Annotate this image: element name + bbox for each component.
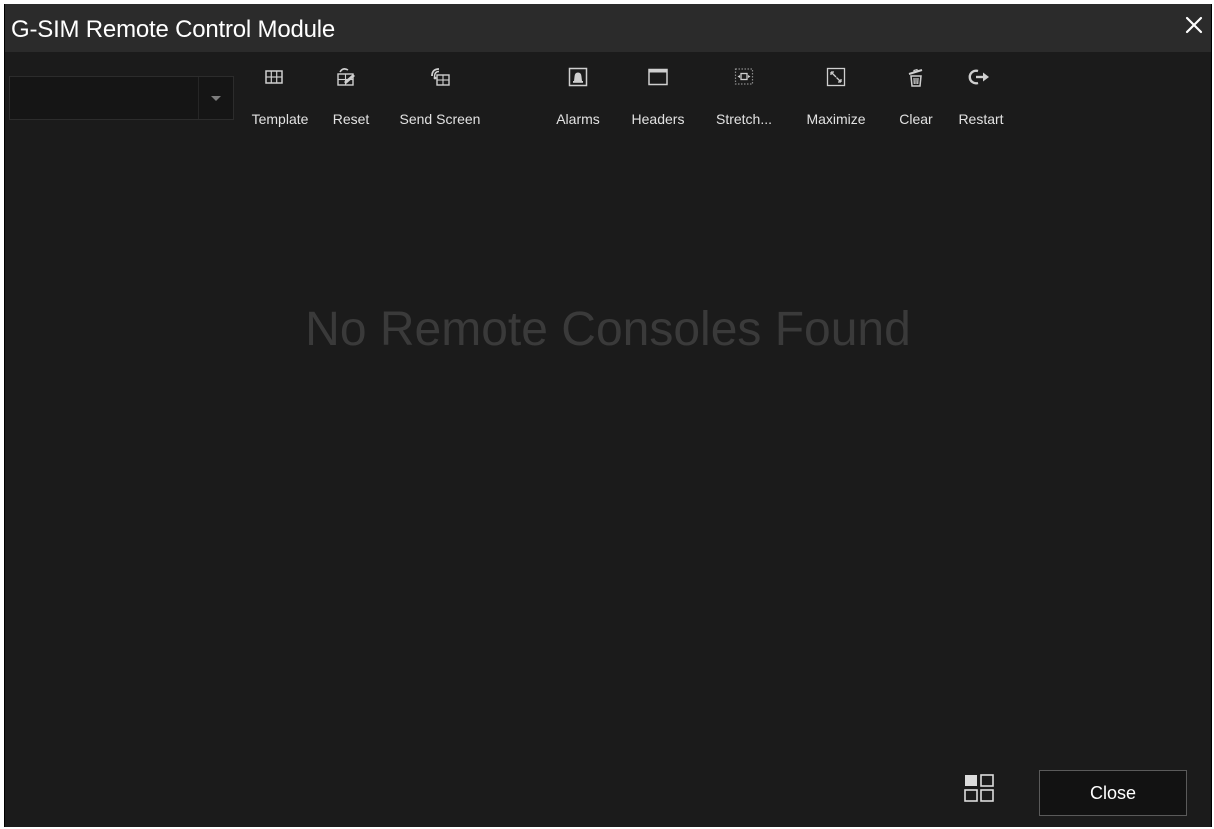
window-header-icon bbox=[647, 66, 669, 88]
alarm-bell-icon bbox=[567, 66, 589, 88]
clear-label: Clear bbox=[899, 111, 933, 127]
stretch-icon bbox=[733, 66, 755, 88]
headers-button[interactable]: Headers bbox=[621, 62, 695, 132]
headers-label: Headers bbox=[631, 111, 685, 127]
alarms-label: Alarms bbox=[556, 111, 600, 127]
template-button[interactable]: Template bbox=[239, 62, 321, 132]
reset-button[interactable]: Reset bbox=[323, 62, 379, 132]
reset-label: Reset bbox=[332, 111, 370, 127]
send-screen-label: Send Screen bbox=[399, 111, 481, 127]
send-screen-button[interactable]: Send Screen bbox=[387, 62, 493, 132]
restart-button[interactable]: Restart bbox=[949, 62, 1013, 132]
maximize-label: Maximize bbox=[806, 111, 866, 127]
title-bar[interactable]: G-SIM Remote Control Module bbox=[5, 4, 1211, 52]
window-title: G-SIM Remote Control Module bbox=[11, 16, 336, 43]
maximize-button[interactable]: Maximize bbox=[793, 62, 879, 132]
send-screen-icon bbox=[429, 66, 451, 88]
template-label: Template bbox=[251, 111, 309, 127]
alarms-button[interactable]: Alarms bbox=[547, 62, 609, 132]
maximize-icon bbox=[825, 66, 847, 88]
stretch-label: Stretch... bbox=[715, 111, 773, 127]
empty-state-message: No Remote Consoles Found bbox=[305, 303, 911, 356]
dropdown-toggle[interactable] bbox=[198, 77, 233, 119]
stretch-button[interactable]: Stretch... bbox=[701, 62, 787, 132]
restart-label: Restart bbox=[958, 111, 1004, 127]
close-icon[interactable] bbox=[1181, 12, 1207, 38]
layout-tiles-icon[interactable] bbox=[963, 772, 995, 804]
reset-layout-icon bbox=[335, 66, 357, 88]
close-button[interactable]: Close bbox=[1039, 770, 1187, 816]
restart-arrow-icon bbox=[967, 66, 989, 88]
console-select-dropdown[interactable] bbox=[9, 76, 234, 120]
grid-template-icon bbox=[263, 66, 285, 88]
toolbar: Template Reset Send Screen Alarms Header… bbox=[5, 52, 1211, 136]
clear-button[interactable]: Clear bbox=[891, 62, 941, 132]
chevron-down-icon bbox=[211, 96, 221, 101]
remote-control-window: G-SIM Remote Control Module Template Res… bbox=[4, 4, 1212, 827]
clear-trash-icon bbox=[905, 66, 927, 88]
